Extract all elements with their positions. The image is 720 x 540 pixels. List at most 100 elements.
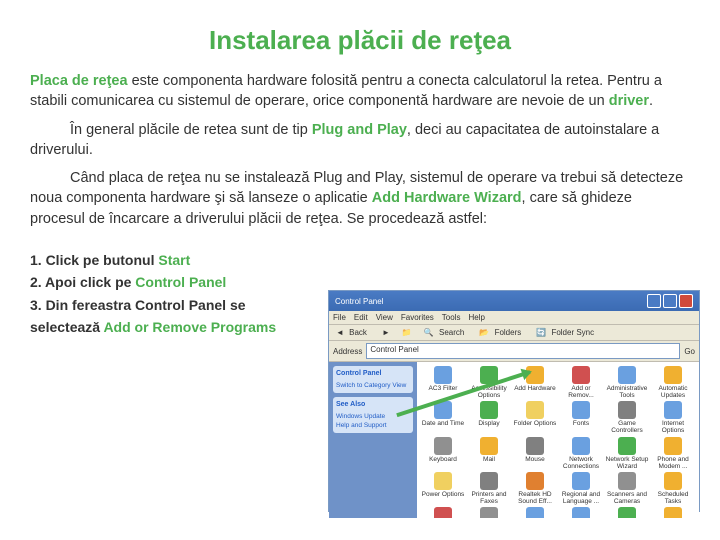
cp-icon[interactable]: Sounds and Audio Devices xyxy=(467,507,511,518)
menu-favorites[interactable]: Favorites xyxy=(401,313,434,322)
applet-icon xyxy=(664,507,682,518)
go-button[interactable]: Go xyxy=(684,347,695,356)
applet-label: Network Connections xyxy=(559,456,603,470)
help-support-link[interactable]: Help and Support xyxy=(336,421,410,430)
applet-label: Realtek HD Sound Eff... xyxy=(513,491,557,505)
applet-label: Power Options xyxy=(422,491,465,498)
applet-icon xyxy=(434,507,452,518)
cp-icon[interactable]: Folder Options xyxy=(513,401,557,434)
term-addhw: Add Hardware Wizard xyxy=(372,190,522,206)
term-plugplay: Plug and Play xyxy=(312,122,407,138)
cp-icon[interactable]: Regional and Language ... xyxy=(559,472,603,505)
applet-icon xyxy=(526,472,544,490)
applet-icon xyxy=(526,507,544,518)
cp-icon[interactable]: Mouse xyxy=(513,437,557,470)
applet-icon xyxy=(664,472,682,490)
address-label: Address xyxy=(333,347,362,356)
cp-icon[interactable]: Game Controllers xyxy=(605,401,649,434)
applet-label: Network Setup Wizard xyxy=(605,456,649,470)
steps-list: 1. Click pe butonul Start 2. Apoi click … xyxy=(30,249,310,339)
menu-help[interactable]: Help xyxy=(468,313,484,322)
titlebar[interactable]: Control Panel xyxy=(329,291,699,311)
cp-icon[interactable]: Scanners and Cameras xyxy=(605,472,649,505)
cp-icon[interactable]: Taskbar and Start Menu xyxy=(605,507,649,518)
applet-icon xyxy=(664,401,682,419)
cp-icon[interactable]: Scheduled Tasks xyxy=(651,472,695,505)
step-2-target: Control Panel xyxy=(135,274,226,290)
forward-button[interactable]: ► xyxy=(379,327,393,338)
applet-icon xyxy=(434,437,452,455)
applet-label: Mouse xyxy=(525,456,545,463)
folders-button[interactable]: 📂 Folders xyxy=(476,327,527,338)
applet-label: Administrative Tools xyxy=(605,385,649,399)
menu-edit[interactable]: Edit xyxy=(354,313,368,322)
up-button[interactable]: 📁 xyxy=(399,327,415,338)
step-2: 2. Apoi click pe xyxy=(30,274,135,290)
applet-icon xyxy=(434,472,452,490)
applet-icon xyxy=(664,366,682,384)
cp-icon[interactable]: Speech xyxy=(513,507,557,518)
applet-label: Display xyxy=(478,420,499,427)
menu-view[interactable]: View xyxy=(376,313,393,322)
applet-label: Game Controllers xyxy=(605,420,649,434)
applet-label: Fonts xyxy=(573,420,589,427)
applet-icon xyxy=(572,472,590,490)
close-button[interactable] xyxy=(679,294,693,308)
sidebar: Control Panel Switch to Category View Se… xyxy=(329,362,417,518)
applet-icon xyxy=(664,437,682,455)
applet-label: Phone and Modem ... xyxy=(651,456,695,470)
applet-label: Automatic Updates xyxy=(651,385,695,399)
applet-icon xyxy=(480,437,498,455)
back-button[interactable]: ◄ Back xyxy=(333,327,373,338)
cp-icon[interactable]: Realtek HD Sound Eff... xyxy=(513,472,557,505)
cp-icon[interactable]: Fonts xyxy=(559,401,603,434)
cp-icon[interactable]: Mail xyxy=(467,437,511,470)
term-driver: driver xyxy=(609,93,649,109)
applet-label: Printers and Faxes xyxy=(467,491,511,505)
cp-icon[interactable]: System xyxy=(559,507,603,518)
cp-icon[interactable]: Automatic Updates xyxy=(651,366,695,399)
cp-icon[interactable]: User Accounts xyxy=(651,507,695,518)
minimize-button[interactable] xyxy=(647,294,661,308)
paragraph-1: Placa de reţea este componenta hardware … xyxy=(30,71,690,112)
switch-view-link[interactable]: Switch to Category View xyxy=(336,381,410,390)
cp-icon[interactable]: Network Setup Wizard xyxy=(605,437,649,470)
cp-icon[interactable]: Network Connections xyxy=(559,437,603,470)
cp-icon[interactable]: Printers and Faxes xyxy=(467,472,511,505)
applet-icon xyxy=(526,437,544,455)
control-panel-window: Control Panel File Edit View Favorites T… xyxy=(328,290,700,512)
task-header: See Also xyxy=(336,400,410,410)
applet-icon xyxy=(618,437,636,455)
term-placa: Placa de reţea xyxy=(30,73,128,89)
applet-icon xyxy=(572,507,590,518)
applet-label: Mail xyxy=(483,456,495,463)
cp-icon[interactable]: Phone and Modem ... xyxy=(651,437,695,470)
cp-icon[interactable]: Add Hardware xyxy=(513,366,557,399)
applet-label: Add or Remov... xyxy=(559,385,603,399)
cp-icon[interactable]: Internet Options xyxy=(651,401,695,434)
menubar: File Edit View Favorites Tools Help xyxy=(329,311,699,325)
window-title: Control Panel xyxy=(335,297,383,306)
text: . xyxy=(649,93,653,109)
applet-icon xyxy=(572,437,590,455)
applet-icon xyxy=(572,366,590,384)
foldersync-button[interactable]: 🔄 Folder Sync xyxy=(533,327,600,338)
cp-icon[interactable]: Display xyxy=(467,401,511,434)
address-input[interactable]: Control Panel xyxy=(366,343,680,359)
applet-icon xyxy=(480,507,498,518)
cp-icon[interactable]: Power Options xyxy=(421,472,465,505)
step-1-target: Start xyxy=(158,252,190,268)
maximize-button[interactable] xyxy=(663,294,677,308)
applet-icon xyxy=(526,401,544,419)
cp-icon[interactable]: Keyboard xyxy=(421,437,465,470)
applet-label: Scheduled Tasks xyxy=(651,491,695,505)
cp-icon[interactable]: Security Center xyxy=(421,507,465,518)
search-button[interactable]: 🔍 Search xyxy=(421,327,471,338)
menu-file[interactable]: File xyxy=(333,313,346,322)
applet-label: Folder Options xyxy=(514,420,557,427)
cp-icon[interactable]: Administrative Tools xyxy=(605,366,649,399)
text: În general plăcile de retea sunt de tip xyxy=(70,122,312,138)
menu-tools[interactable]: Tools xyxy=(442,313,461,322)
task-panel-1: Control Panel Switch to Category View xyxy=(333,366,413,393)
cp-icon[interactable]: Add or Remov... xyxy=(559,366,603,399)
